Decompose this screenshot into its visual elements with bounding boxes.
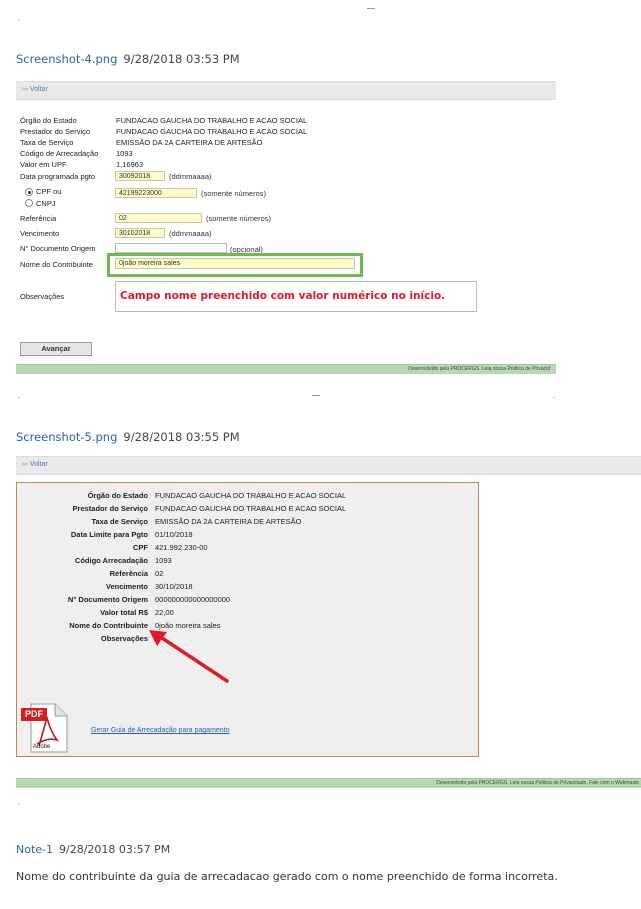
row-value: 421.992.230-00: [155, 543, 208, 552]
screenshot-date: 9/28/2018 03:53 PM: [123, 52, 240, 66]
adobe-label: Adobe: [33, 744, 51, 750]
row-label: Nome do Contribuinte: [69, 621, 148, 630]
cpf-input[interactable]: 42199223000: [115, 188, 197, 198]
row-value: FUNDACAO GAUCHA DO TRABALHO E ACAO SOCIA…: [155, 491, 347, 500]
top-bar: ⇦ Voltar: [16, 81, 556, 100]
cpf-radio[interactable]: [25, 188, 33, 196]
row-value: 22,00: [155, 608, 174, 617]
voltar-link[interactable]: ⇦ Voltar: [22, 460, 48, 468]
annotation-text: Campo nome preenchido com valor numérico…: [120, 290, 446, 302]
field-label: Órgão do Estado: [20, 116, 77, 125]
row-label: Referência: [109, 569, 148, 578]
referencia-hint: (somente números): [206, 214, 272, 223]
contribuinte-label: Nome do Contribuinte: [20, 260, 93, 269]
screenshot-caption-2: Screenshot-5.png 9/28/2018 03:55 PM: [16, 430, 240, 444]
row-value: 30/10/2018: [155, 582, 193, 591]
date-format-hint: (ddmmaaaa): [169, 172, 212, 181]
row-label: CPF: [133, 543, 148, 552]
cnpj-label: CNPJ: [36, 199, 56, 208]
back-arrow-icon: ⇦: [22, 86, 28, 93]
field-label: Valor em UPF: [20, 160, 67, 169]
data-programada-input[interactable]: 30092018: [115, 171, 165, 181]
row-value: EMISSÃO DA 2A CARTEIRA DE ARTESÃO: [155, 517, 302, 526]
cpf-label: CPF ou: [36, 187, 62, 196]
referencia-input[interactable]: 02: [115, 213, 202, 223]
field-value: FUNDACAO GAUCHA DO TRABALHO E ACAO SOCIA…: [116, 127, 308, 136]
observacoes-label: Observações: [20, 292, 65, 301]
row-label: Vencimento: [105, 582, 148, 591]
row-label: Valor total R$: [100, 608, 148, 617]
annotation-arrow-icon: [149, 630, 229, 683]
field-value: 1,16963: [116, 160, 144, 169]
note-caption: Note-1 9/28/2018 03:57 PM: [16, 843, 170, 856]
result-panel: Órgão do Estado FUNDACAO GAUCHA DO TRABA…: [16, 482, 479, 757]
note-title[interactable]: Note-1: [16, 843, 53, 856]
back-arrow-icon: ⇦: [22, 461, 28, 468]
field-value: EMISSÃO DA 2A CARTEIRA DE ARTESÃO: [116, 138, 263, 147]
pdf-badge: PDF: [21, 708, 47, 721]
row-label: Taxa de Serviço: [91, 517, 148, 526]
footer-text[interactable]: Desenvolvido pela PROCERGS. Leia nossa P…: [408, 366, 550, 372]
vencimento-hint: (ddmmaaaa): [169, 229, 212, 238]
contribuinte-input[interactable]: 0joão moreira sales: [115, 258, 355, 269]
screenshot-caption-1: Screenshot-4.png 9/28/2018 03:53 PM: [16, 52, 240, 66]
screenshot-filename[interactable]: Screenshot-4.png: [16, 52, 117, 66]
form-screenshot: ⇦ Voltar Órgão do Estado FUNDACAO GAUCHA …: [16, 75, 556, 380]
row-value: 000000000000000000: [155, 595, 231, 604]
cnpj-radio[interactable]: [25, 199, 33, 207]
avancar-button[interactable]: Avançar: [20, 342, 92, 356]
note-text: Nome do contribuinte da guia de arrecada…: [16, 870, 558, 883]
row-label: Observações: [100, 634, 148, 643]
field-label: Prestador do Serviço: [20, 127, 91, 136]
row-value: FUNDACAO GAUCHA DO TRABALHO E ACAO SOCIA…: [155, 504, 347, 513]
row-label: Código Arrecadação: [74, 556, 148, 565]
voltar-link[interactable]: ⇦ Voltar: [22, 85, 48, 93]
documento-origem-input[interactable]: [115, 243, 227, 253]
top-bar: ⇦ Voltar: [16, 456, 641, 475]
field-label: Código de Arrecadação: [20, 149, 99, 158]
row-value: 1093: [155, 556, 172, 565]
pdf-adobe-icon[interactable]: PDF Adobe: [21, 702, 69, 754]
cpf-hint: (somente números): [201, 189, 267, 198]
field-label: Taxa de Serviço: [20, 138, 74, 147]
data-programada-label: Data programada pgto: [20, 172, 96, 181]
row-value: 01/10/2018: [155, 530, 193, 539]
referencia-label: Referência: [20, 214, 57, 223]
field-value: FUNDACAO GAUCHA DO TRABALHO E ACAO SOCIA…: [116, 116, 308, 125]
documento-origem-label: N° Documento Origem: [20, 244, 96, 253]
row-value: 02: [155, 569, 164, 578]
footer-bar: Desenvolvido pela PROCERGS. Leia nossa P…: [16, 778, 641, 788]
row-label: Órgão do Estado: [87, 491, 148, 500]
vencimento-input[interactable]: 30102018: [115, 228, 165, 238]
footer-bar: Desenvolvido pela PROCERGS. Leia nossa P…: [16, 364, 556, 374]
vencimento-label: Vencimento: [20, 229, 60, 238]
screenshot-filename[interactable]: Screenshot-5.png: [16, 430, 117, 444]
gerar-guia-link[interactable]: Gerar Guia de Arrecadação para pagamento: [91, 727, 230, 734]
field-value: 1093: [116, 149, 133, 158]
note-date: 9/28/2018 03:57 PM: [59, 843, 171, 856]
row-label: N° Documento Origem: [67, 595, 148, 604]
row-label: Prestador do Serviço: [72, 504, 148, 513]
screenshot-date: 9/28/2018 03:55 PM: [123, 430, 240, 444]
footer-text[interactable]: Desenvolvido pela PROCERGS. Leia nossa P…: [436, 780, 639, 786]
row-label: Data Limite para Pgto: [70, 530, 148, 539]
